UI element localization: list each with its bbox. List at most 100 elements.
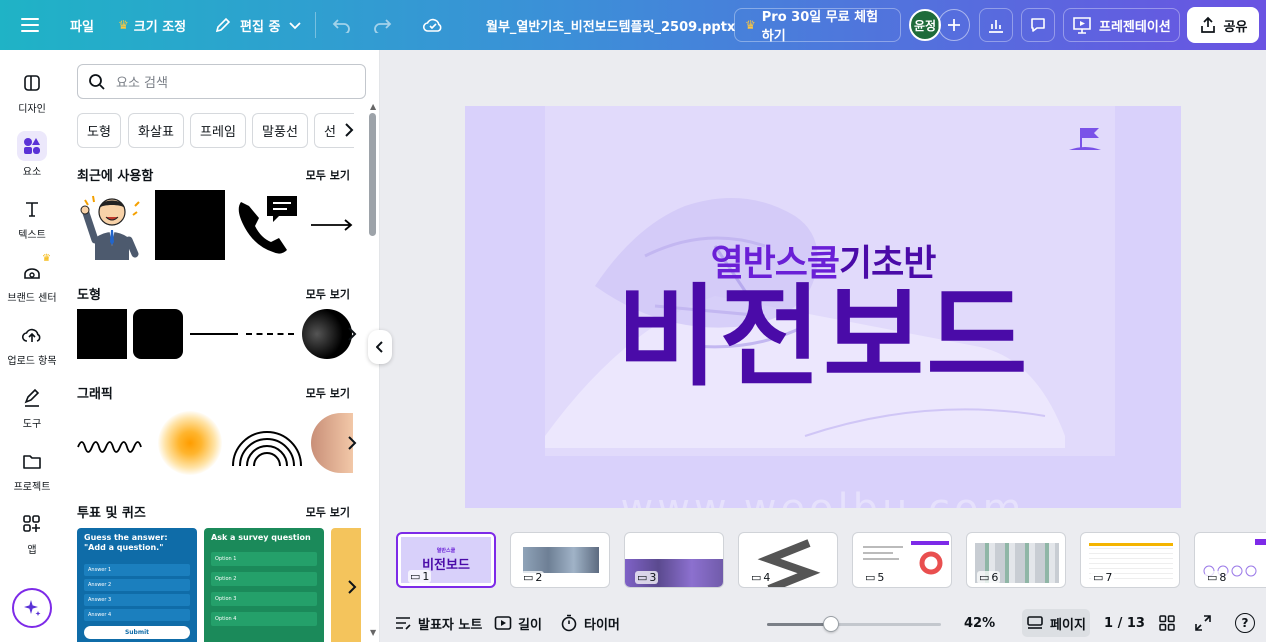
thumbnail-4[interactable]: ▭ 4 bbox=[738, 532, 838, 588]
graphics-next-button[interactable] bbox=[340, 431, 364, 455]
search-input[interactable]: 요소 검색 bbox=[77, 64, 366, 99]
panel-scrollbar[interactable] bbox=[369, 113, 376, 236]
thumbnail-5[interactable]: ▭ 5 bbox=[852, 532, 952, 588]
thumbnail-7[interactable]: ▭ 7 bbox=[1080, 532, 1180, 588]
rail-item-text[interactable]: 텍스트 bbox=[0, 194, 64, 241]
quiz-template-card[interactable]: Guess the answer: "Add a question." Answ… bbox=[77, 528, 197, 642]
crown-icon: ♛ bbox=[42, 253, 51, 264]
polls-next-button[interactable] bbox=[340, 575, 364, 599]
rail-item-uploads[interactable]: 업로드 항목 bbox=[0, 320, 64, 367]
thumbnail-number: ▭ 2 bbox=[521, 571, 545, 584]
scroll-down-arrow[interactable]: ▼ bbox=[370, 628, 376, 637]
recent-item-arrow[interactable] bbox=[311, 215, 353, 235]
scroll-up-arrow[interactable]: ▲ bbox=[370, 102, 376, 111]
recent-item-businessman-illustration[interactable] bbox=[77, 190, 147, 260]
folder-icon bbox=[23, 455, 41, 469]
pencil-icon bbox=[215, 17, 231, 33]
rail-item-projects[interactable]: 프로젝트 bbox=[0, 446, 64, 493]
survey-option-3: Option 3 bbox=[211, 592, 317, 606]
avatar[interactable]: 윤정 bbox=[909, 9, 941, 41]
help-button[interactable]: ? bbox=[1235, 613, 1255, 633]
comment-icon: ▭ bbox=[979, 571, 990, 584]
thumbnail-8[interactable]: ▭ 8 bbox=[1194, 532, 1266, 588]
page-thumbnail-strip: 열반스쿨 비전보드 ▭ 1 ▭ 2 ▭ 3 ▭ 4 ▭ 5 ▭ 6 ▭ 7 ▭ 8 bbox=[380, 528, 1266, 592]
edit-mode-dropdown[interactable]: 편집 중 bbox=[214, 0, 302, 50]
pro-trial-button[interactable]: ♛ Pro 30일 무료 체험하기 bbox=[734, 8, 901, 44]
shape-square[interactable] bbox=[77, 309, 127, 359]
thumbnail-3[interactable]: ▭ 3 bbox=[624, 532, 724, 588]
page-view-button[interactable]: 페이지 bbox=[1022, 609, 1090, 637]
graphic-sun-glow[interactable] bbox=[158, 411, 222, 475]
graphics-see-all-link[interactable]: 모두 보기 bbox=[306, 385, 350, 401]
zoom-level[interactable]: 42% bbox=[964, 604, 995, 642]
presentation-icon bbox=[1073, 17, 1091, 34]
shapes-see-all-link[interactable]: 모두 보기 bbox=[306, 286, 350, 302]
chip-shapes[interactable]: 도형 bbox=[77, 113, 121, 148]
recent-see-all-link[interactable]: 모두 보기 bbox=[306, 167, 350, 183]
thumbnail-1[interactable]: 열반스쿨 비전보드 ▭ 1 bbox=[396, 532, 496, 588]
share-icon bbox=[1200, 16, 1215, 33]
cloud-sync-button[interactable] bbox=[422, 0, 444, 50]
thumbnail-number: ▭ 6 bbox=[977, 571, 1001, 584]
chips-next-button[interactable] bbox=[337, 118, 361, 142]
elements-panel: 요소 검색 도형 화살표 프레임 말풍선 선 ▲ ▼ 최근에 사용함 모두 보기 bbox=[64, 50, 380, 642]
chip-frames[interactable]: 프레임 bbox=[190, 113, 246, 148]
redo-icon bbox=[374, 19, 392, 33]
chip-speech-bubbles[interactable]: 말풍선 bbox=[252, 113, 308, 148]
present-button[interactable]: 프레젠테이션 bbox=[1063, 8, 1180, 42]
rail-item-design[interactable]: 디자인 bbox=[0, 68, 64, 115]
crown-icon: ♛ bbox=[745, 18, 756, 32]
menu-button[interactable] bbox=[20, 0, 40, 50]
zoom-slider-knob[interactable] bbox=[823, 616, 839, 632]
shape-dashed-line[interactable] bbox=[246, 333, 294, 335]
share-button[interactable]: 공유 bbox=[1187, 7, 1259, 43]
recent-item-black-square[interactable] bbox=[155, 190, 225, 260]
duration-button[interactable]: 길이 bbox=[494, 604, 542, 642]
file-menu[interactable]: 파일 bbox=[70, 0, 94, 50]
shapes-section-title: 도형 bbox=[77, 288, 101, 303]
shape-rounded-square[interactable] bbox=[133, 309, 183, 359]
grid-view-button[interactable] bbox=[1158, 604, 1176, 642]
shape-solid-line[interactable] bbox=[190, 333, 238, 335]
quiz-title: Guess the answer: "Add a question." bbox=[84, 533, 168, 552]
quiz-answer-1: Answer 1 bbox=[84, 564, 190, 576]
zigzag-line-graphic bbox=[77, 441, 142, 453]
thumbnail-2[interactable]: ▭ 2 bbox=[510, 532, 610, 588]
fullscreen-button[interactable] bbox=[1194, 604, 1212, 642]
shapes-next-button[interactable] bbox=[340, 322, 364, 346]
quiz-submit-button: Submit bbox=[84, 626, 190, 639]
undo-button[interactable] bbox=[332, 0, 352, 50]
recent-item-phone-chat-icon[interactable] bbox=[233, 190, 303, 260]
invite-button[interactable] bbox=[938, 9, 970, 41]
survey-template-card[interactable]: Ask a survey question Option 1 Option 2 … bbox=[204, 528, 324, 642]
polls-see-all-link[interactable]: 모두 보기 bbox=[306, 504, 350, 520]
rail-item-tools[interactable]: 도구 bbox=[0, 383, 64, 430]
comments-button[interactable] bbox=[1021, 8, 1055, 42]
chevron-right-icon bbox=[348, 327, 357, 341]
graphic-rainbow-lines[interactable] bbox=[231, 418, 303, 468]
page-counter[interactable]: 1 / 13 bbox=[1104, 604, 1145, 642]
bottom-toolbar: 발표자 노트 길이 타이머 42% 페이지 1 / 13 ? bbox=[380, 604, 1266, 642]
graphic-zigzag[interactable] bbox=[77, 425, 149, 461]
magic-assistant-button[interactable] bbox=[12, 588, 52, 628]
chip-arrows[interactable]: 화살표 bbox=[128, 113, 184, 148]
zoom-slider[interactable] bbox=[767, 616, 941, 632]
document-title[interactable]: 월부_열반기초_비전보드템플릿_2509.pptx bbox=[486, 0, 735, 50]
comment-icon: ▭ bbox=[637, 571, 648, 584]
redo-button[interactable] bbox=[372, 0, 392, 50]
resize-button[interactable]: ♛ 크기 조정 bbox=[118, 0, 186, 50]
play-box-icon bbox=[494, 616, 512, 630]
chevron-right-icon bbox=[348, 436, 357, 450]
rail-item-apps[interactable]: 앱 bbox=[0, 509, 64, 556]
insights-button[interactable] bbox=[979, 8, 1013, 42]
slide-page-1[interactable]: 열반스쿨기초반 비전보드 www.weolbu.com bbox=[465, 106, 1181, 508]
stopwatch-icon bbox=[561, 614, 577, 632]
thumbnail-6[interactable]: ▭ 6 bbox=[966, 532, 1066, 588]
crown-icon: ♛ bbox=[118, 18, 129, 32]
comment-icon: ▭ bbox=[410, 570, 421, 583]
timer-button[interactable]: 타이머 bbox=[560, 604, 620, 642]
rail-item-elements[interactable]: 요소 bbox=[0, 131, 64, 178]
plus-icon bbox=[948, 19, 960, 31]
rail-item-brand[interactable]: ♛ 브랜드 센터 bbox=[0, 253, 64, 304]
notes-button[interactable]: 발표자 노트 bbox=[394, 604, 482, 642]
